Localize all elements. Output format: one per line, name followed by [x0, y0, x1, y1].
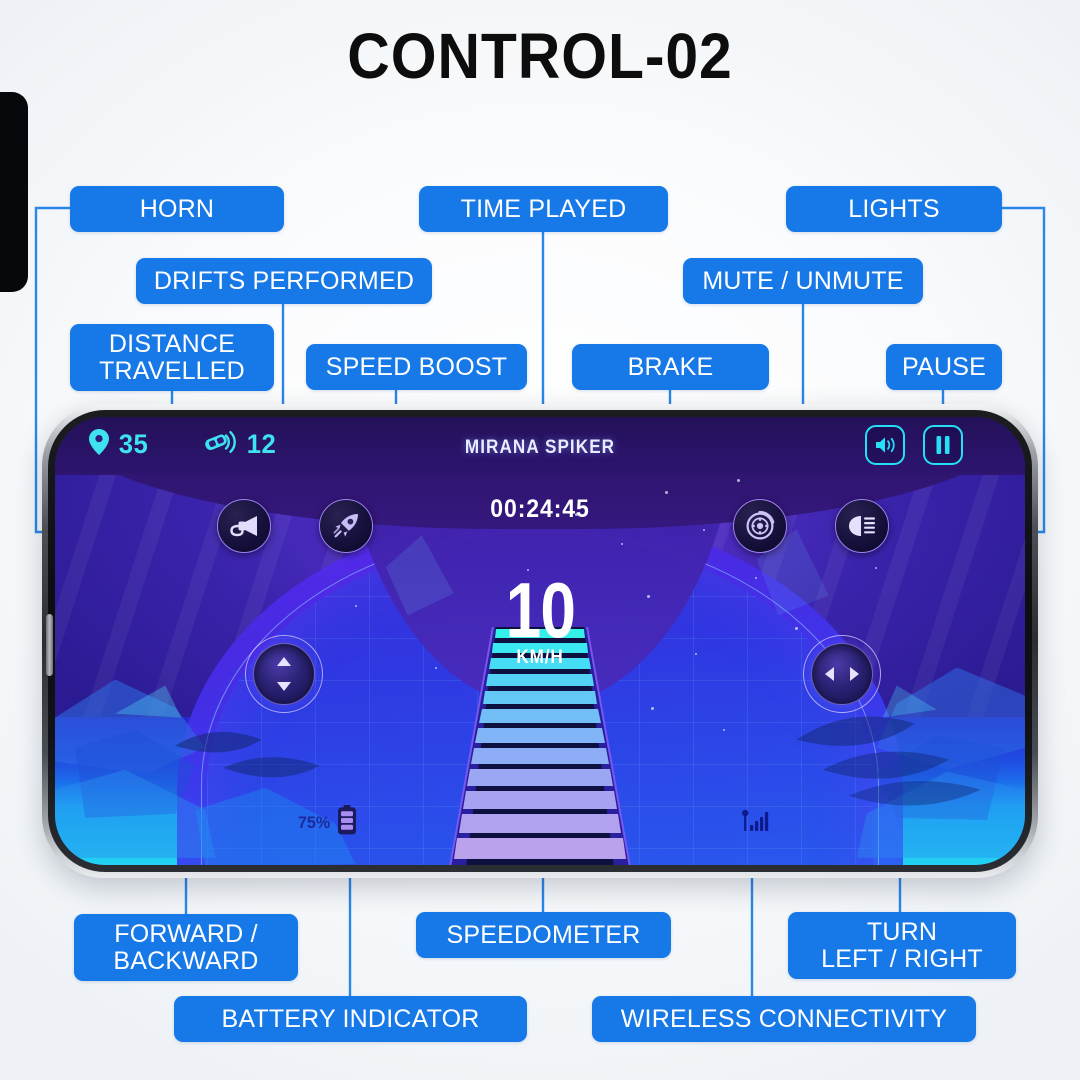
horn-button[interactable]	[217, 499, 271, 553]
callout-distance-travelled[interactable]: DISTANCE TRAVELLED	[70, 324, 274, 391]
callout-pause[interactable]: PAUSE	[886, 344, 1002, 390]
callout-turn-left-right[interactable]: TURN LEFT / RIGHT	[788, 912, 1016, 979]
callout-battery-indicator[interactable]: BATTERY INDICATOR	[174, 996, 527, 1042]
mute-unmute-button[interactable]	[865, 425, 905, 465]
joystick-pad[interactable]	[253, 643, 315, 705]
signal-bars-icon	[742, 809, 769, 831]
joystick-arrows	[812, 644, 872, 704]
battery-icon	[337, 805, 357, 840]
callout-lights[interactable]: LIGHTS	[786, 186, 1002, 232]
arrow-up-icon	[277, 657, 291, 666]
callout-wireless-connectivity[interactable]: WIRELESS CONNECTIVITY	[592, 996, 976, 1042]
callout-horn[interactable]: HORN	[70, 186, 284, 232]
brake-button[interactable]	[733, 499, 787, 553]
rocket-icon	[333, 514, 358, 538]
forward-backward-joystick[interactable]	[245, 635, 323, 713]
joystick-pad[interactable]	[811, 643, 873, 705]
callout-mute-unmute[interactable]: MUTE / UNMUTE	[683, 258, 923, 304]
phone-side-button[interactable]	[46, 614, 53, 676]
battery-indicator: 75%	[297, 805, 357, 840]
phone-notch	[0, 92, 28, 292]
battery-percent: 75%	[297, 812, 331, 832]
speed-boost-button[interactable]	[319, 499, 373, 553]
callout-drifts-performed[interactable]: DRIFTS PERFORMED	[136, 258, 432, 304]
callout-speed-boost[interactable]: SPEED BOOST	[306, 344, 527, 390]
phone-bezel: 35 12 MIRANA SPIKER 00:24:45 10 KM/H 75%	[48, 410, 1032, 872]
phone-screen: 35 12 MIRANA SPIKER 00:24:45 10 KM/H 75%	[55, 417, 1025, 865]
brake-disc-icon	[746, 511, 775, 540]
callout-brake[interactable]: BRAKE	[572, 344, 769, 390]
arrow-left-icon	[825, 667, 834, 681]
speaker-icon	[876, 437, 895, 453]
lights-button[interactable]	[835, 499, 889, 553]
phone-device: 35 12 MIRANA SPIKER 00:24:45 10 KM/H 75%	[42, 404, 1038, 878]
horn-icon	[230, 516, 257, 537]
pause-button[interactable]	[923, 425, 963, 465]
speed-value: 10	[505, 566, 575, 654]
arrow-down-icon	[277, 682, 291, 691]
callout-time-played[interactable]: TIME PLAYED	[419, 186, 668, 232]
pause-icon	[936, 436, 950, 454]
joystick-arrows	[254, 644, 314, 704]
wireless-connectivity-indicator	[741, 809, 771, 838]
turn-left-right-joystick[interactable]	[803, 635, 881, 713]
callout-speedometer[interactable]: SPEEDOMETER	[416, 912, 671, 958]
arrow-right-icon	[850, 667, 859, 681]
game-title: MIRANA SPIKER	[464, 437, 616, 458]
callout-forward-backward[interactable]: FORWARD / BACKWARD	[74, 914, 298, 981]
headlight-icon	[849, 516, 875, 536]
